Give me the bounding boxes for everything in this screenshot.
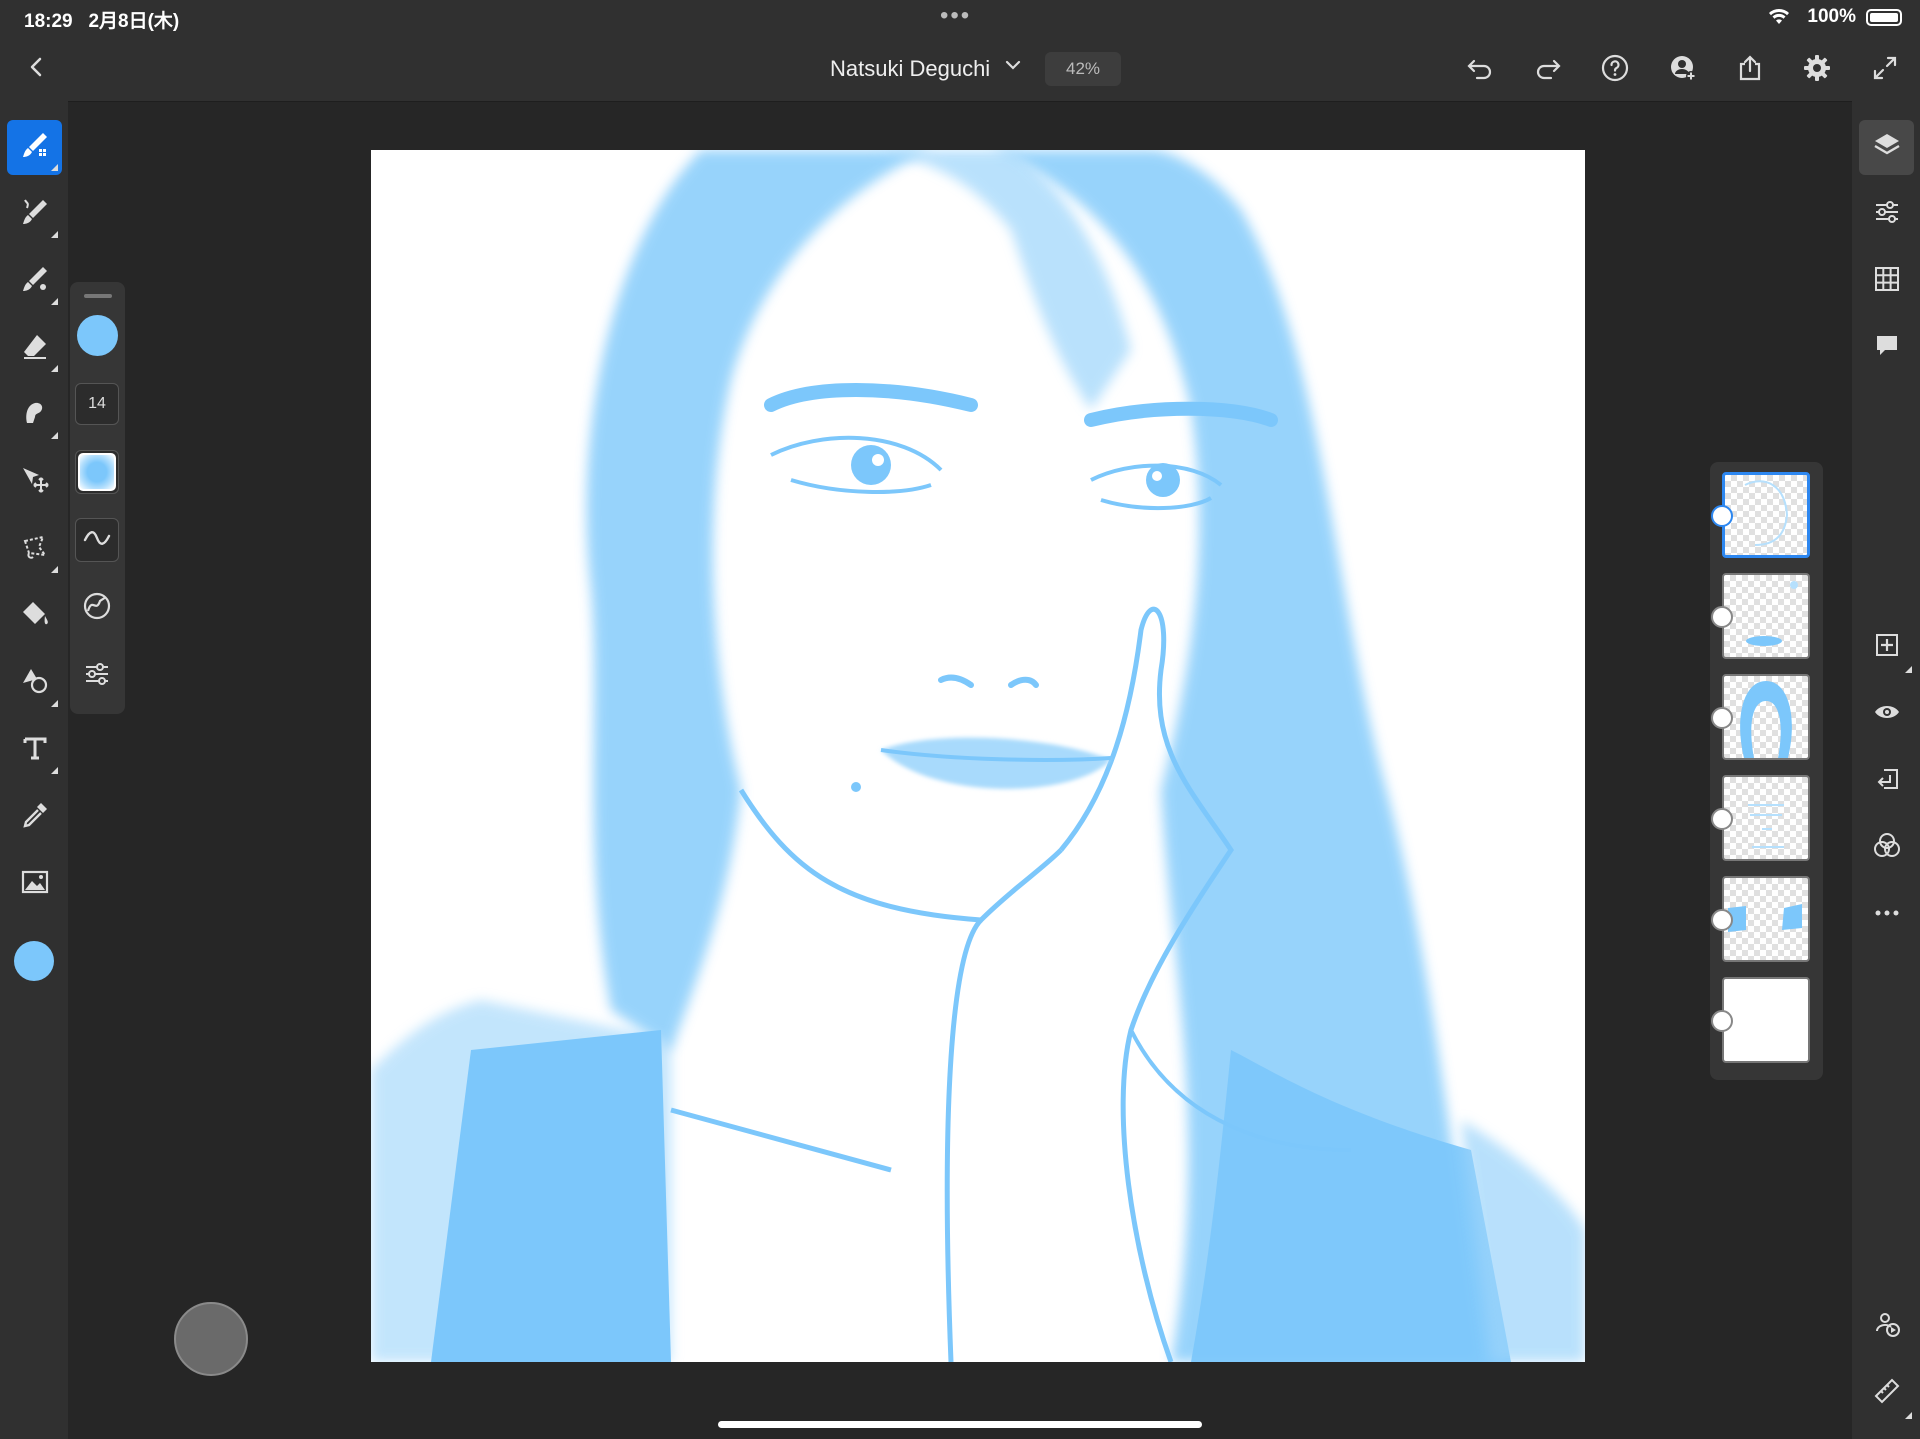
- brush-options-panel: 14: [70, 282, 125, 714]
- eraser-icon: [19, 330, 51, 367]
- eyedropper-icon: [19, 799, 51, 836]
- wifi-icon: [1768, 8, 1790, 31]
- battery-percent: 100%: [1807, 6, 1856, 27]
- layer-thumbnail-3[interactable]: [1722, 674, 1810, 760]
- eyedropper-tool[interactable]: [7, 790, 62, 845]
- top-toolbar: Natsuki Deguchi 42%: [0, 36, 1920, 102]
- brush-preset-button[interactable]: [75, 450, 119, 494]
- grid-icon: [1872, 264, 1902, 299]
- fullscreen-icon[interactable]: [1868, 51, 1902, 85]
- layer-handle-3[interactable]: [1711, 707, 1733, 729]
- touch-modifier-button[interactable]: [174, 1302, 248, 1376]
- lasso-selection-tool[interactable]: [7, 522, 62, 577]
- document-title[interactable]: Natsuki Deguchi: [830, 56, 990, 82]
- place-image-tool[interactable]: [7, 857, 62, 912]
- zoom-level[interactable]: 42%: [1045, 52, 1121, 86]
- text-t-icon: [19, 732, 51, 769]
- layer-thumbnail-4[interactable]: [1722, 775, 1810, 861]
- panel-drag-handle[interactable]: [84, 294, 112, 298]
- invite-user-icon[interactable]: [1666, 51, 1700, 85]
- layers-stack-icon: [1872, 130, 1902, 165]
- add-layer-button[interactable]: [1859, 620, 1914, 675]
- pixel-brush-tool[interactable]: [7, 120, 62, 175]
- shape-tool[interactable]: [7, 656, 62, 711]
- home-indicator[interactable]: [718, 1421, 1202, 1428]
- layer-handle-2[interactable]: [1711, 606, 1733, 628]
- drawing-canvas[interactable]: [371, 150, 1585, 1362]
- fill-tool[interactable]: [7, 589, 62, 644]
- blend-circles-icon: [1872, 831, 1902, 866]
- adjustments-sliders-icon: [1872, 197, 1902, 232]
- layer-thumbnail-2[interactable]: [1722, 573, 1810, 659]
- type-tool[interactable]: [7, 723, 62, 778]
- collaborate-button[interactable]: [1859, 1299, 1914, 1354]
- layer-thumbnail-1[interactable]: [1722, 472, 1810, 558]
- ruler-icon: [1872, 1376, 1902, 1411]
- layers-toggle[interactable]: [1859, 120, 1914, 175]
- smoothing-button[interactable]: [75, 518, 119, 562]
- paint-bucket-icon: [19, 598, 51, 635]
- settings-gear-icon[interactable]: [1800, 51, 1834, 85]
- layers-panel: [1710, 462, 1823, 1080]
- battery-icon: [1866, 9, 1902, 26]
- layer-thumbnail-background[interactable]: [1722, 977, 1810, 1063]
- comments-button[interactable]: [1859, 321, 1914, 376]
- vector-brush-icon: [19, 263, 51, 300]
- layer-thumbnail-5[interactable]: [1722, 876, 1810, 962]
- status-time: 18:29 2月8日(木): [24, 11, 180, 32]
- chevron-down-icon[interactable]: [1004, 58, 1022, 77]
- ellipsis-icon: [1872, 898, 1902, 933]
- layer-visibility-button[interactable]: [1859, 687, 1914, 742]
- back-button[interactable]: [22, 52, 52, 82]
- smoothing-wave-icon: [82, 528, 112, 553]
- move-transform-tool[interactable]: [7, 455, 62, 510]
- image-icon: [19, 866, 51, 903]
- layer-handle-5[interactable]: [1711, 909, 1733, 931]
- right-toolbar: [1852, 101, 1920, 1439]
- brush-icon: [19, 129, 51, 166]
- layer-handle-4[interactable]: [1711, 808, 1733, 830]
- ruler-button[interactable]: [1859, 1366, 1914, 1421]
- sliders-icon: [82, 659, 112, 694]
- eye-icon: [1872, 697, 1902, 732]
- brush-tip-icon: [78, 453, 116, 491]
- layer-handle-1[interactable]: [1711, 505, 1733, 527]
- eraser-tool[interactable]: [7, 321, 62, 376]
- artwork-illustration: [371, 150, 1585, 1362]
- layer-properties-button[interactable]: [1859, 187, 1914, 242]
- move-icon: [19, 464, 51, 501]
- live-brush-icon: [19, 196, 51, 233]
- smudge-tool[interactable]: [7, 388, 62, 443]
- undo-icon[interactable]: [1463, 51, 1497, 85]
- help-icon[interactable]: [1598, 51, 1632, 85]
- collaborate-icon: [1872, 1309, 1902, 1344]
- status-bar: 18:29 2月8日(木) ••• 100%: [0, 0, 1920, 36]
- status-date: 2月8日(木): [88, 11, 180, 32]
- current-color-swatch[interactable]: [14, 941, 54, 981]
- blend-mode-button[interactable]: [1859, 821, 1914, 876]
- import-icon: [1872, 764, 1902, 799]
- left-toolbar: [0, 101, 68, 1439]
- brush-size-field[interactable]: 14: [75, 383, 119, 425]
- smudge-finger-icon: [19, 397, 51, 434]
- pressure-button[interactable]: [75, 586, 119, 630]
- vector-brush-tool[interactable]: [7, 254, 62, 309]
- lasso-icon: [19, 531, 51, 568]
- live-brush-tool[interactable]: [7, 187, 62, 242]
- share-icon[interactable]: [1733, 51, 1767, 85]
- brush-color-swatch[interactable]: [77, 315, 118, 356]
- redo-icon[interactable]: [1531, 51, 1565, 85]
- import-button[interactable]: [1859, 754, 1914, 809]
- shapes-icon: [19, 665, 51, 702]
- multitasking-dots[interactable]: •••: [940, 2, 971, 30]
- pressure-curve-icon: [82, 591, 112, 626]
- add-square-icon: [1872, 630, 1902, 665]
- more-options-button[interactable]: [1859, 888, 1914, 943]
- layer-handle-background[interactable]: [1711, 1010, 1733, 1032]
- grid-button[interactable]: [1859, 254, 1914, 309]
- brush-settings-button[interactable]: [75, 654, 119, 698]
- comment-bubble-icon: [1872, 331, 1902, 366]
